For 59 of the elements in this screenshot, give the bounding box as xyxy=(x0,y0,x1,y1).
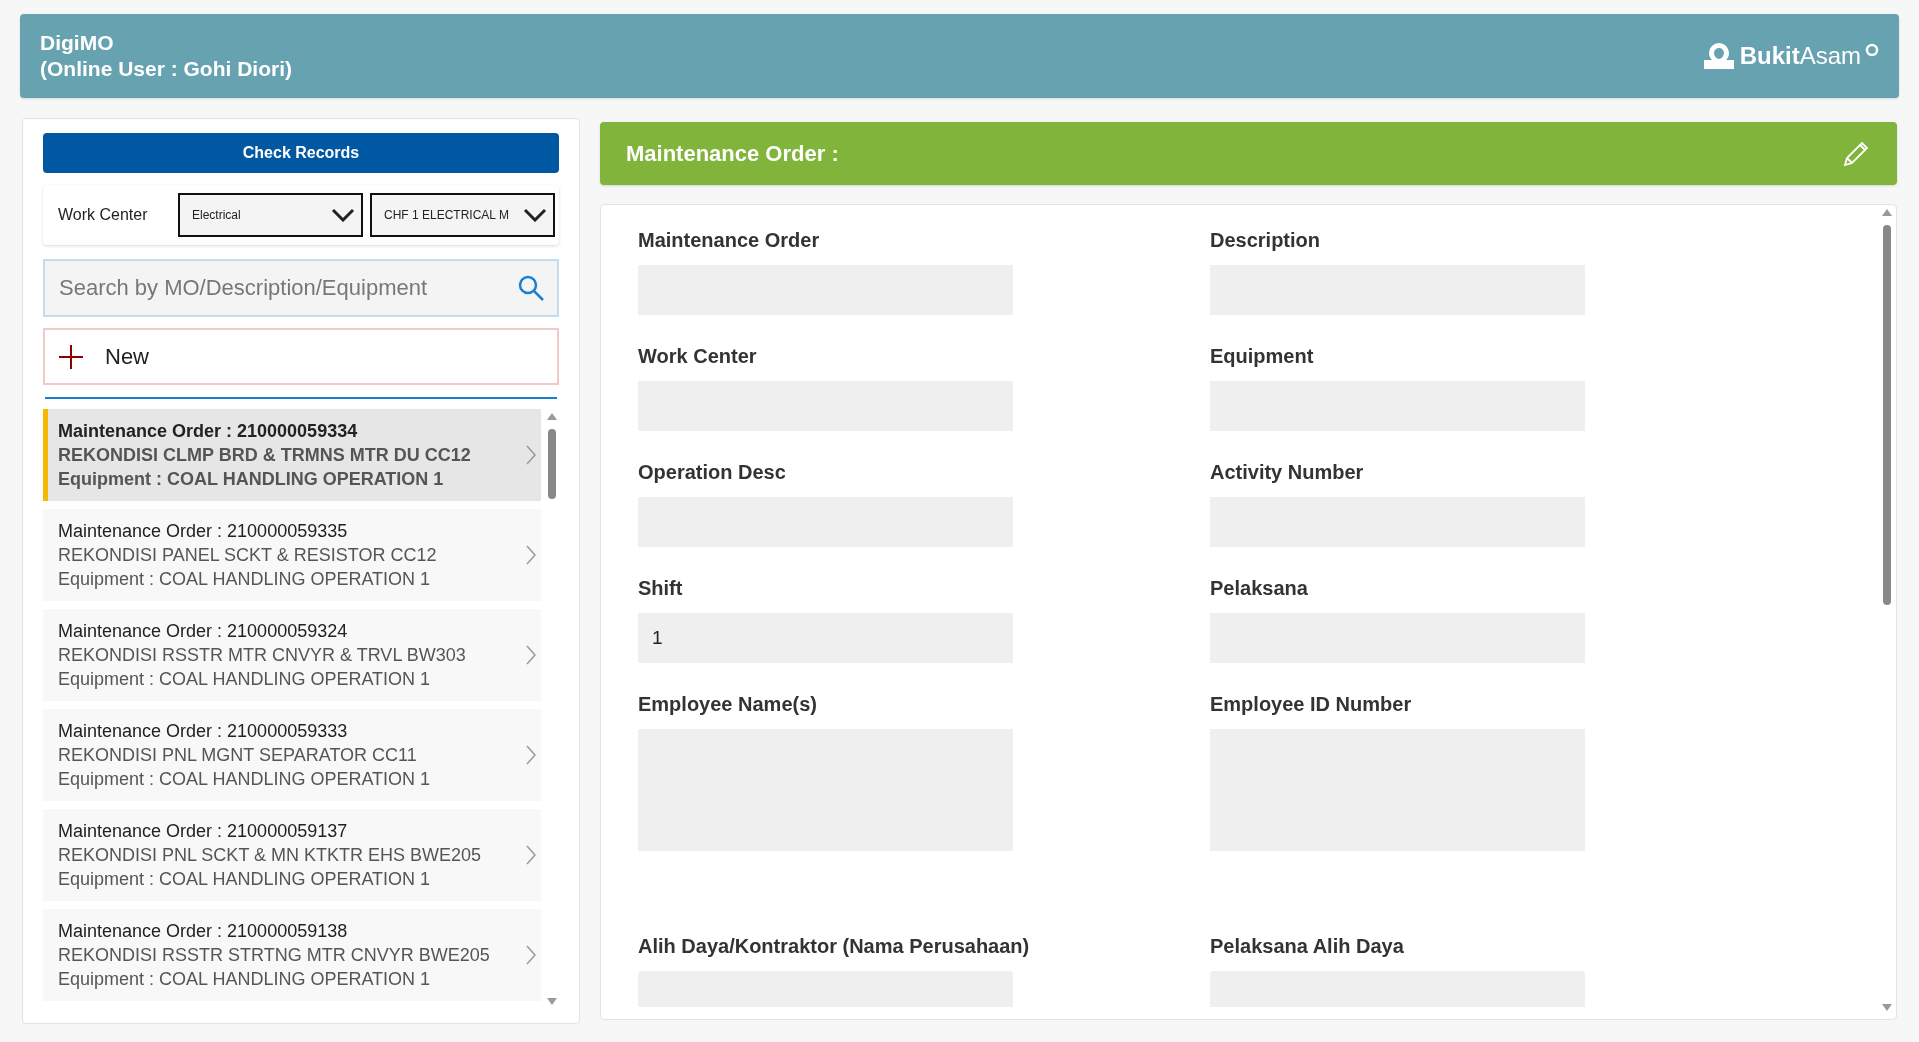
order-number: Maintenance Order : 210000059334 xyxy=(58,420,359,443)
order-list-item[interactable]: Maintenance Order : 210000059335 REKONDISI PANEL SCKT & RESISTOR CC12 Equipment : COAL HANDLING OPERATION 1 xyxy=(43,509,541,601)
chevron-right-icon xyxy=(525,644,537,666)
order-description: REKONDISI PANEL SCKT & RESISTOR CC12 xyxy=(58,544,438,567)
order-equipment: Equipment : COAL HANDLING OPERATION 1 xyxy=(58,968,432,991)
chevron-right-icon xyxy=(525,944,537,966)
dropdown[interactable]: Electrical xyxy=(178,193,363,237)
input-field[interactable]: 1 xyxy=(638,613,1013,663)
order-number: Maintenance Order : 210000059137 xyxy=(58,820,349,843)
field-label: Alih Daya/Kontraktor (Nama Perusahaan) xyxy=(638,934,1031,959)
work-center-label: Work Center xyxy=(57,205,149,225)
order-list-item[interactable]: Maintenance Order : 210000059333 REKONDISI PNL MGNT SEPARATOR CC11 Equipment : COAL HANDLING OPERATION 1 xyxy=(43,709,541,801)
order-description: REKONDISI RSSTR MTR CNVYR & TRVL BW303 xyxy=(58,644,467,667)
order-equipment: Equipment : COAL HANDLING OPERATION 1 xyxy=(58,468,445,491)
order-description: REKONDISI CLMP BRD & TRMNS MTR DU CC12 xyxy=(58,444,472,467)
field-label: Activity Number xyxy=(1210,460,1365,485)
order-description: REKONDISI PNL SCKT & MN KTKTR EHS BWE205 xyxy=(58,844,483,867)
online-user: (Online User : Gohi Diori) xyxy=(40,56,292,82)
chevron-right-icon xyxy=(525,544,537,566)
order-number: Maintenance Order : 210000059324 xyxy=(58,620,349,643)
order-equipment: Equipment : COAL HANDLING OPERATION 1 xyxy=(58,768,432,791)
new-button[interactable]: New xyxy=(43,328,559,385)
order-list-item[interactable]: Maintenance Order : 210000059138 REKONDISI RSSTR STRTNG MTR CNVYR BWE205 Equipment : COAL HANDLING OPERATION 1 xyxy=(43,909,541,1001)
field-label: Pelaksana Alih Daya xyxy=(1210,934,1405,959)
order-list-item[interactable]: Maintenance Order : 210000059334 REKONDISI CLMP BRD & TRMNS MTR DU CC12 Equipment : COAL HANDLING OPERATION 1 xyxy=(43,409,541,501)
field-label: Equipment xyxy=(1210,344,1315,369)
dropdown[interactable]: CHF 1 ELECTRICAL M xyxy=(370,193,555,237)
detail-title: Maintenance Order : xyxy=(626,140,839,168)
logo-mark-icon xyxy=(1865,43,1879,57)
order-equipment: Equipment : COAL HANDLING OPERATION 1 xyxy=(58,868,432,891)
order-number: Maintenance Order : 210000059138 xyxy=(58,920,349,943)
order-number: Maintenance Order : 210000059335 xyxy=(58,520,349,543)
plus-icon xyxy=(59,344,83,369)
order-equipment: Equipment : COAL HANDLING OPERATION 1 xyxy=(58,668,432,691)
chevron-right-icon xyxy=(525,444,537,466)
search-icon xyxy=(517,274,545,302)
order-number: Maintenance Order : 210000059333 xyxy=(58,720,349,743)
order-list-item[interactable]: Maintenance Order : 210000059137 REKONDISI PNL SCKT & MN KTKTR EHS BWE205 Equipment : COAL HANDLING OPERATION 1 xyxy=(43,809,541,901)
logo-text: BukitAsam xyxy=(1739,41,1861,71)
check-records-button[interactable]: Check Records xyxy=(43,133,559,173)
field-label: Employee Name(s) xyxy=(638,692,818,717)
app-name: DigiMO xyxy=(40,30,115,56)
chevron-down-icon xyxy=(331,208,355,222)
search-field[interactable]: Search by MO/Description/Equipment xyxy=(43,259,559,317)
chevron-down-icon xyxy=(523,208,547,222)
order-description: REKONDISI PNL MGNT SEPARATOR CC11 xyxy=(58,744,418,767)
chevron-right-icon xyxy=(525,844,537,866)
logo-icon xyxy=(1701,41,1736,71)
order-list-item[interactable]: Maintenance Order : 210000059324 REKONDISI RSSTR MTR CNVYR & TRVL BW303 Equipment : COAL HANDLING OPERATION 1 xyxy=(43,609,541,701)
field-label: Description xyxy=(1210,228,1322,253)
field-label: Shift xyxy=(638,576,684,601)
field-label: Maintenance Order xyxy=(638,228,821,253)
chevron-right-icon xyxy=(525,744,537,766)
field-label: Operation Desc xyxy=(638,460,787,485)
order-equipment: Equipment : COAL HANDLING OPERATION 1 xyxy=(58,568,432,591)
field-label: Work Center xyxy=(638,344,758,369)
order-description: REKONDISI RSSTR STRTNG MTR CNVYR BWE205 xyxy=(58,944,491,967)
field-label: Employee ID Number xyxy=(1210,692,1413,717)
field-label: Pelaksana xyxy=(1210,576,1309,601)
